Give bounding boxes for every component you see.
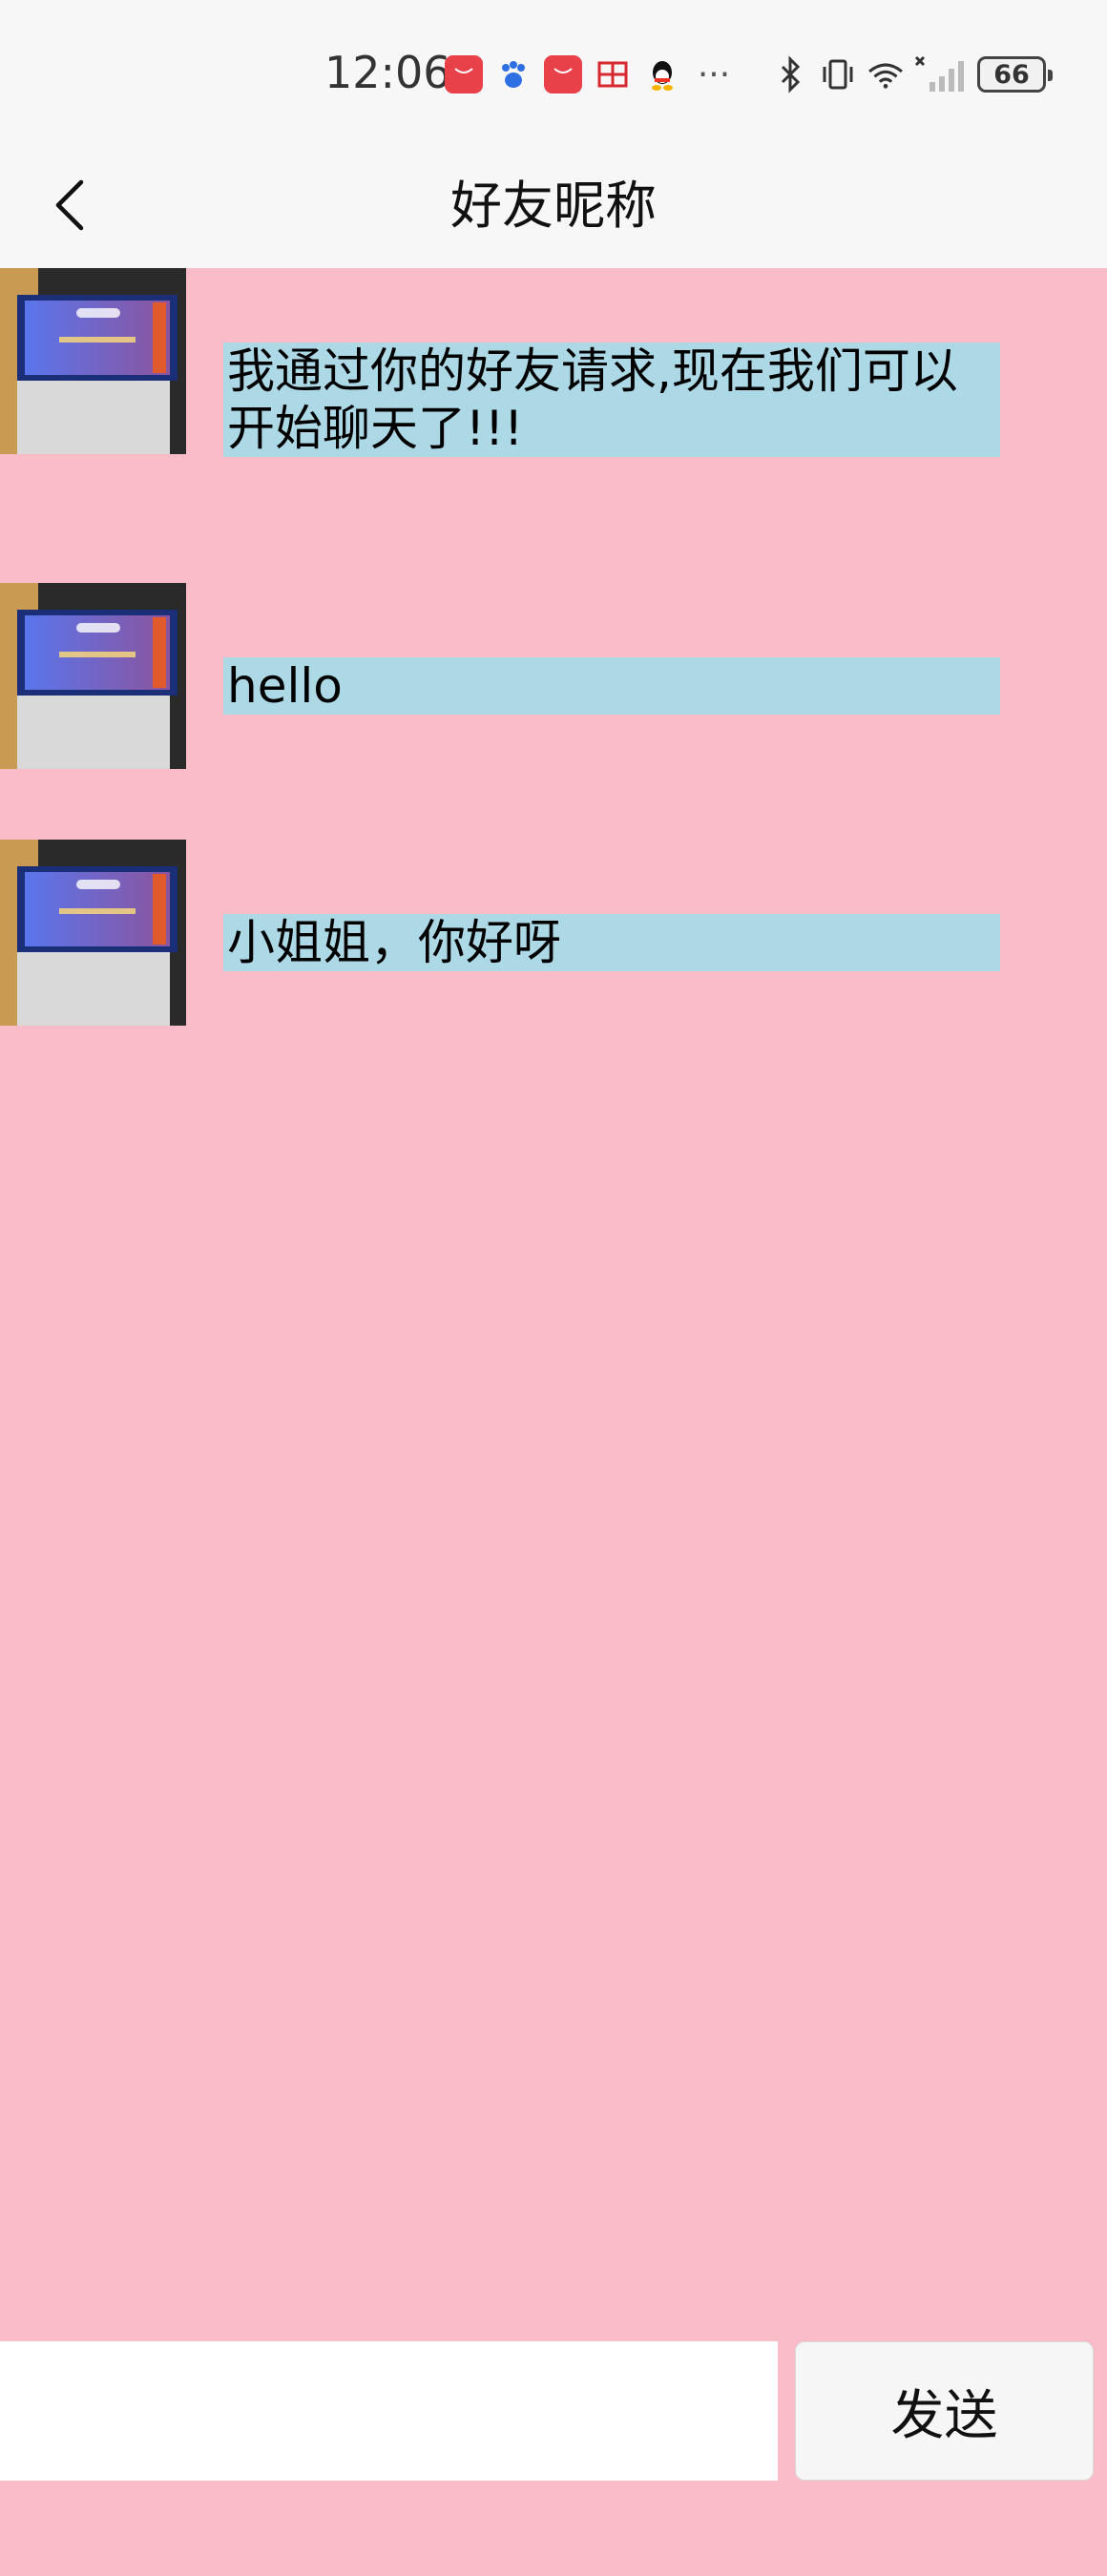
message-bubble[interactable]: hello: [223, 657, 1000, 715]
input-bar: 发送: [0, 2341, 1107, 2481]
status-bar: 12:06 ··· 66: [0, 0, 1107, 143]
wifi-icon: [867, 53, 905, 95]
bluetooth-icon: [771, 53, 809, 95]
avatar-image: [0, 268, 186, 454]
avatar-image: [0, 583, 186, 769]
qq-icon: [643, 55, 681, 93]
battery-indicator: 66: [977, 56, 1053, 93]
avatar[interactable]: [0, 840, 186, 1026]
status-time: 12:06: [324, 47, 451, 98]
chat-area[interactable]: 我通过你的好友请求,现在我们可以开始聊天了!!! hello 小姐姐，你好呀: [0, 268, 1107, 2338]
mail-icon: [594, 55, 632, 93]
nav-bar: 好友昵称: [0, 143, 1107, 268]
message-bubble[interactable]: 我通过你的好友请求,现在我们可以开始聊天了!!!: [223, 343, 1000, 457]
more-icon: ···: [697, 54, 731, 94]
back-button[interactable]: [36, 169, 103, 241]
huawei-appgallery-icon: [544, 55, 582, 93]
avatar[interactable]: [0, 583, 186, 769]
notification-icons: ···: [445, 53, 735, 95]
message-bubble[interactable]: 小姐姐，你好呀: [223, 914, 1000, 971]
avatar[interactable]: [0, 268, 186, 454]
send-button[interactable]: 发送: [795, 2341, 1094, 2481]
message-input[interactable]: [0, 2341, 778, 2481]
avatar-image: [0, 840, 186, 1026]
baidu-icon: [494, 55, 533, 93]
huawei-appgallery-icon: [445, 55, 483, 93]
chevron-left-icon: [55, 179, 84, 231]
vibrate-icon: [819, 53, 857, 95]
system-icons: 66: [771, 53, 1053, 95]
page-title: 好友昵称: [450, 176, 657, 236]
signal-icon: [914, 53, 968, 95]
